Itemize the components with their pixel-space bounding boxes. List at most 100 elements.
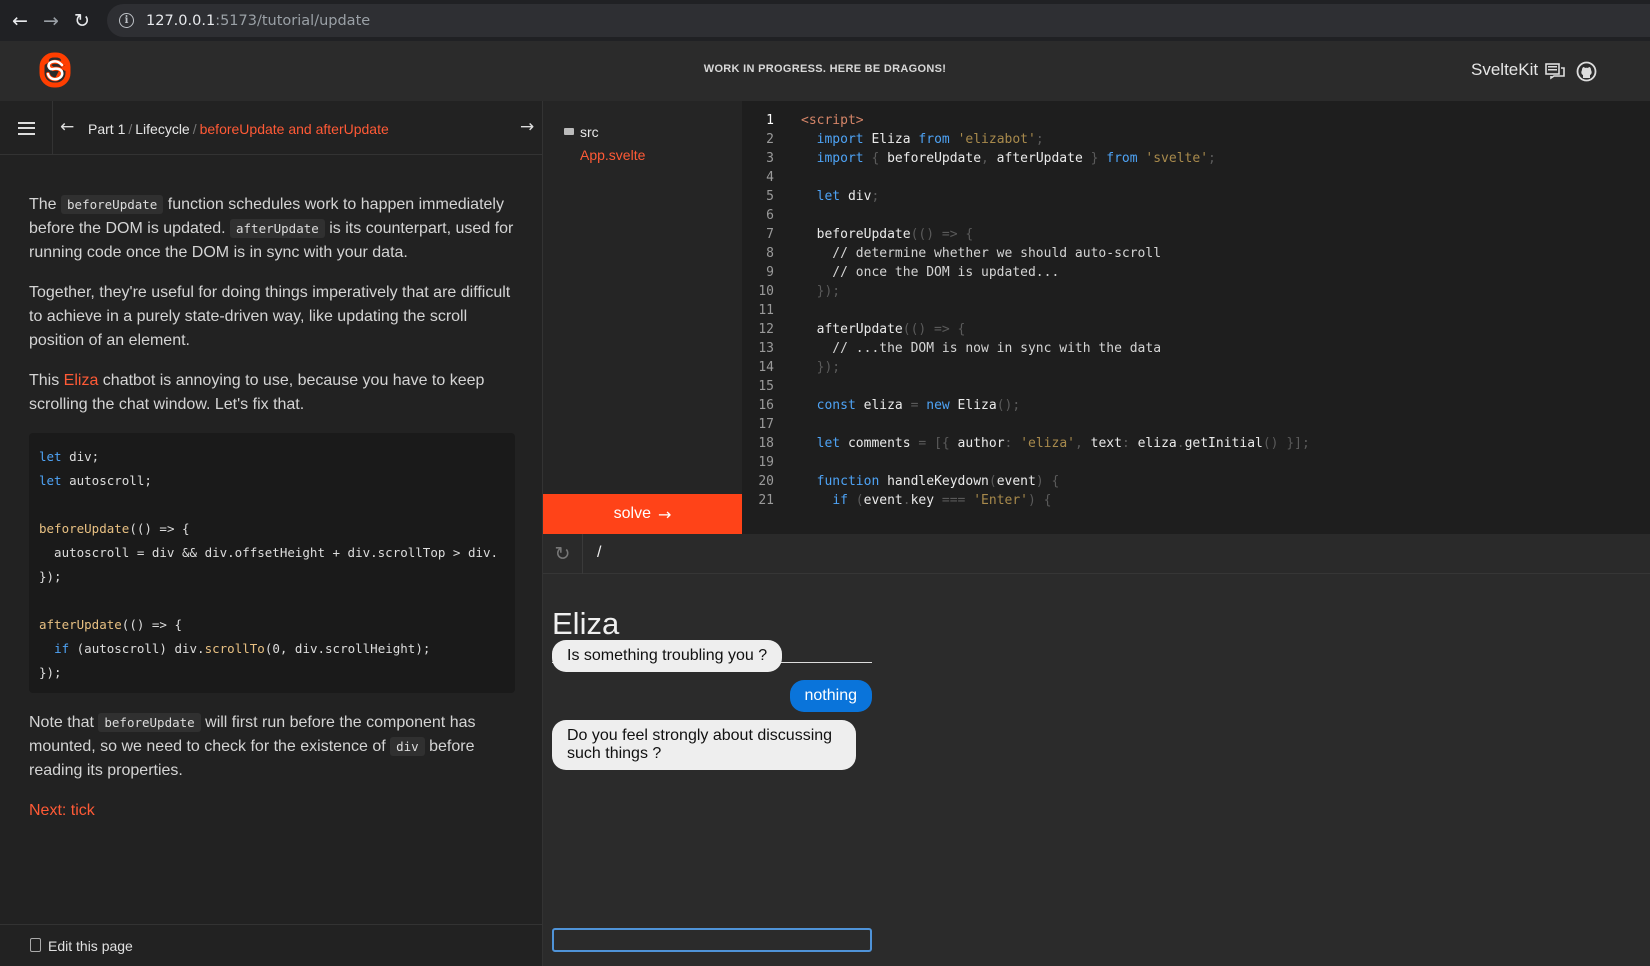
code-line[interactable]: 12 afterUpdate(() => { — [742, 322, 1650, 342]
arrow-right-icon: → — [657, 504, 672, 524]
file-tree: src App.svelte — [543, 101, 742, 494]
breadcrumb-current[interactable]: beforeUpdate and afterUpdate — [200, 121, 389, 137]
code-line[interactable]: 9 // once the DOM is updated... — [742, 265, 1650, 285]
line-number: 17 — [758, 417, 774, 432]
code-line[interactable]: 11 — [742, 303, 1650, 323]
url-host: 127.0.0.1 — [146, 12, 216, 29]
code-line[interactable]: 21 if (event.key === 'Enter') { — [742, 493, 1650, 513]
code-text: function handleKeydown(event) { — [816, 474, 1060, 489]
breadcrumb-section[interactable]: Lifecycle — [135, 121, 189, 137]
preview-toolbar: ↻ / — [543, 534, 1650, 574]
code-line[interactable]: 2 import Eliza from 'elizabot'; — [742, 132, 1650, 152]
code-line[interactable]: 6 — [742, 208, 1650, 228]
site-info-icon[interactable]: i — [119, 13, 134, 28]
line-number: 11 — [758, 303, 774, 318]
user-message: nothing — [789, 680, 872, 712]
line-number: 14 — [758, 360, 774, 375]
code-text: <script> — [801, 113, 864, 128]
address-bar[interactable]: i 127.0.0.1:5173/tutorial/update — [107, 4, 1650, 37]
paragraph-intro: The beforeUpdate function schedules work… — [29, 195, 514, 261]
edit-icon — [30, 938, 41, 952]
code-text: import Eliza from 'elizabot'; — [816, 132, 1044, 147]
forward-arrow-icon[interactable]: → — [38, 8, 64, 34]
eliza-link[interactable]: Eliza — [64, 372, 99, 389]
code-line[interactable]: 20 function handleKeydown(event) { — [742, 474, 1650, 494]
line-number: 10 — [758, 284, 774, 299]
folder-icon — [564, 128, 574, 135]
line-number: 9 — [766, 265, 774, 280]
line-number: 4 — [766, 170, 774, 185]
folder-src[interactable]: src — [580, 124, 599, 140]
previous-arrow-icon[interactable]: ← — [60, 117, 74, 137]
line-number: 6 — [766, 208, 774, 223]
code-example: let div; let autoscroll; beforeUpdate(() … — [29, 433, 515, 693]
edit-page-link[interactable]: Edit this page — [0, 924, 543, 966]
code-editor[interactable]: 1 <script> 2 import Eliza from 'elizabot';… — [742, 101, 1650, 534]
line-number: 2 — [766, 132, 774, 147]
code-text: afterUpdate(() => { — [801, 322, 966, 337]
code-line[interactable]: 13 // ...the DOM is now in sync with the… — [742, 341, 1650, 361]
app-header: WORK IN PROGRESS. HERE BE DRAGONS! Svelt… — [0, 41, 1650, 101]
code-line[interactable]: 15 — [742, 379, 1650, 399]
code-text: // ...the DOM is now in sync with the da… — [801, 341, 1162, 356]
code-line[interactable]: 7 beforeUpdate(() => { — [742, 227, 1650, 247]
code-line[interactable]: 17 — [742, 417, 1650, 437]
solve-label: solve — [613, 505, 651, 522]
next-link[interactable]: Next: tick — [29, 799, 515, 823]
solve-button[interactable]: solve → — [543, 494, 742, 534]
line-number: 18 — [758, 436, 774, 451]
line-number: 15 — [758, 379, 774, 394]
paragraph-eliza: This Eliza chatbot is annoying to use, b… — [29, 372, 485, 413]
code-line[interactable]: 18 let comments = [{ author: 'eliza', te… — [742, 436, 1650, 456]
chat-icon[interactable] — [1545, 63, 1565, 80]
sveltekit-link[interactable]: SvelteKit — [1471, 60, 1538, 80]
code-line[interactable]: 16 const eliza = new Eliza(); — [742, 398, 1650, 418]
line-number: 3 — [766, 151, 774, 166]
code-line[interactable]: 10 }); — [742, 284, 1650, 304]
eliza-message: Do you feel strongly about discussing su… — [552, 720, 856, 770]
hamburger-icon — [17, 121, 35, 135]
code-line[interactable]: 8 // determine whether we should auto-sc… — [742, 246, 1650, 266]
next-arrow-icon[interactable]: → — [520, 117, 534, 137]
browser-toolbar: ← → ↻ i 127.0.0.1:5173/tutorial/update — [0, 0, 1650, 41]
line-number: 1 — [766, 113, 774, 128]
code-line[interactable]: 14 }); — [742, 360, 1650, 380]
line-number: 12 — [758, 322, 774, 337]
code-text: beforeUpdate(() => { — [801, 227, 974, 242]
chat-title: Eliza — [552, 606, 620, 641]
breadcrumb-part[interactable]: Part 1 — [88, 121, 125, 137]
paragraph-together: Together, they're useful for doing thing… — [29, 284, 511, 349]
menu-button[interactable] — [0, 101, 53, 155]
line-number: 19 — [758, 455, 774, 470]
eliza-message: Is something troubling you ? — [552, 640, 783, 672]
code-text: // once the DOM is updated... — [801, 265, 1060, 280]
code-line[interactable]: 4 — [742, 170, 1650, 190]
code-line[interactable]: 5 let div; — [742, 189, 1650, 209]
inline-code: afterUpdate — [230, 219, 325, 238]
back-arrow-icon[interactable]: ← — [7, 8, 33, 34]
wip-banner: WORK IN PROGRESS. HERE BE DRAGONS! — [703, 63, 947, 75]
url-path: :5173/tutorial/update — [215, 12, 371, 29]
reload-icon[interactable]: ↻ — [69, 8, 95, 34]
line-number: 5 — [766, 189, 774, 204]
code-line[interactable]: 3 import { beforeUpdate, afterUpdate } f… — [742, 151, 1650, 171]
github-icon[interactable] — [1576, 61, 1597, 82]
preview-path[interactable]: / — [597, 544, 601, 562]
inline-code: div — [390, 737, 425, 756]
code-line[interactable]: 19 — [742, 455, 1650, 475]
breadcrumb-trail: Part 1/Lifecycle / beforeUpdate and afterU… — [88, 121, 389, 137]
code-text: const eliza = new Eliza(); — [816, 398, 1021, 413]
preview-pane: Eliza Is something troubling you ? nothin… — [543, 574, 1650, 966]
paragraph-note: Note that beforeUpdate will first run be… — [29, 713, 476, 779]
file-app-svelte[interactable]: App.svelte — [580, 147, 645, 163]
line-number: 7 — [766, 227, 774, 242]
line-number: 16 — [758, 398, 774, 413]
code-line[interactable]: 1 <script> — [742, 113, 1650, 133]
preview-reload-icon[interactable]: ↻ — [543, 534, 583, 574]
chat-input[interactable] — [552, 928, 872, 952]
code-text: let div; — [816, 189, 880, 204]
inline-code: beforeUpdate — [61, 195, 164, 214]
breadcrumb: ← Part 1/Lifecycle / beforeUpdate and afte… — [0, 101, 543, 155]
line-number: 8 — [766, 246, 774, 261]
inline-code: beforeUpdate — [98, 713, 201, 732]
